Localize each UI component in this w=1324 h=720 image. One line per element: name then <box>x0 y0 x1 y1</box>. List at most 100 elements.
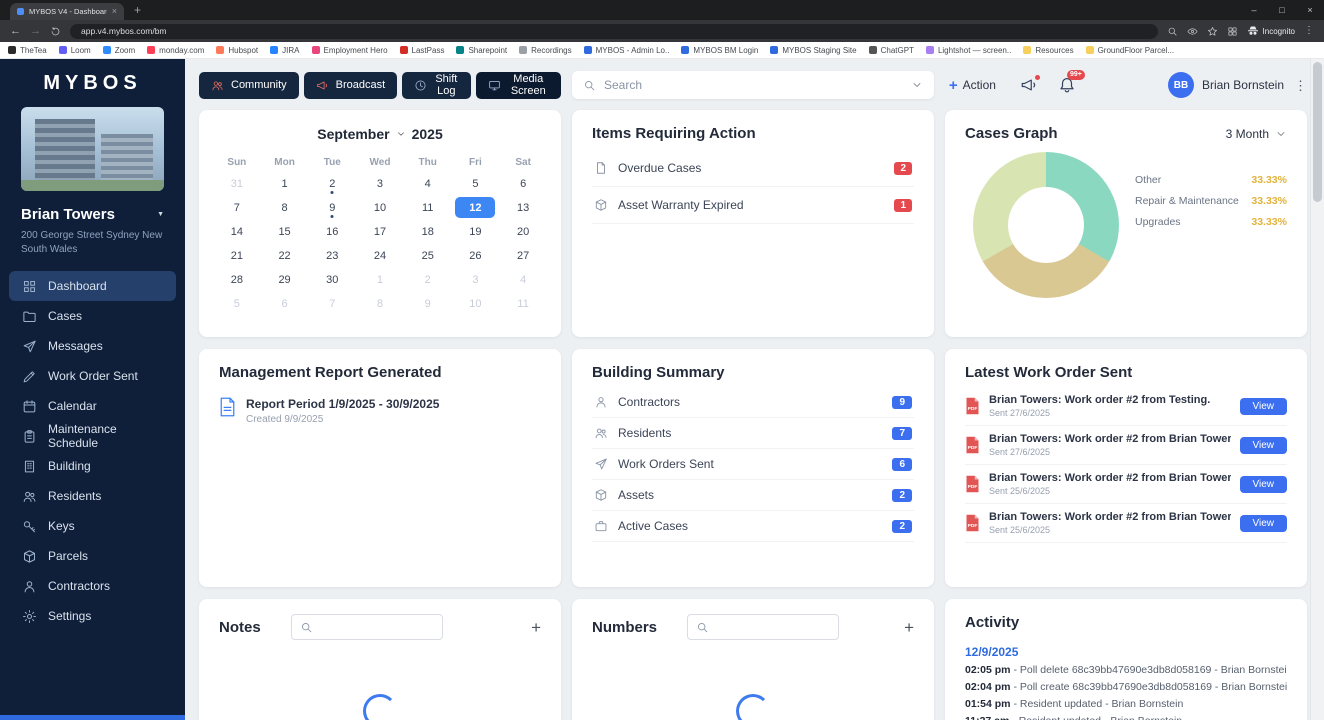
bookmark-item[interactable]: JIRA <box>270 46 300 55</box>
eye-icon[interactable] <box>1187 26 1198 37</box>
window-close-button[interactable]: × <box>1296 0 1324 20</box>
calendar-day[interactable]: 1 <box>360 269 400 290</box>
list-item-asset-warranty[interactable]: Asset Warranty Expired 1 <box>592 187 914 224</box>
sidebar-item-building[interactable]: Building <box>9 451 176 481</box>
add-number-button[interactable]: + <box>904 619 914 636</box>
bookmark-item[interactable]: Sharepoint <box>456 46 507 55</box>
calendar-day[interactable]: 20 <box>503 221 543 242</box>
global-search[interactable] <box>572 71 934 99</box>
notes-search[interactable] <box>290 614 443 640</box>
calendar-day[interactable]: 8 <box>360 293 400 314</box>
calendar-day[interactable]: 7 <box>217 197 257 218</box>
calendar-day[interactable]: 8 <box>265 197 305 218</box>
sidebar-item-settings[interactable]: Settings <box>9 601 176 631</box>
broadcast-button[interactable]: Broadcast <box>303 71 398 99</box>
bookmark-star-icon[interactable] <box>1207 26 1218 37</box>
page-scrollbar[interactable] <box>1310 59 1324 720</box>
announcement-megaphone-icon[interactable] <box>1020 75 1040 94</box>
summary-row-residents[interactable]: Residents 7 <box>592 418 914 449</box>
shift-log-button[interactable]: Shift Log <box>402 71 471 99</box>
calendar-day[interactable]: 9 <box>312 197 352 218</box>
calendar-day[interactable]: 11 <box>503 293 543 314</box>
bookmark-item[interactable]: Resources <box>1023 46 1074 55</box>
bookmark-item[interactable]: MYBOS Staging Site <box>770 46 857 55</box>
global-search-input[interactable] <box>604 78 903 92</box>
bookmark-item[interactable]: Loom <box>58 46 91 55</box>
building-dropdown-icon[interactable]: ▼ <box>157 211 164 218</box>
calendar-day[interactable]: 16 <box>312 221 352 242</box>
calendar-day[interactable]: 3 <box>360 173 400 194</box>
calendar-day[interactable]: 14 <box>217 221 257 242</box>
summary-row-work-orders[interactable]: Work Orders Sent 6 <box>592 449 914 480</box>
scrollbar-thumb[interactable] <box>1313 62 1322 202</box>
building-selector[interactable]: Brian Towers ▼ <box>21 206 164 223</box>
sidebar-item-calendar[interactable]: Calendar <box>9 391 176 421</box>
notes-search-input[interactable] <box>318 621 434 633</box>
view-button[interactable]: View <box>1239 436 1287 454</box>
list-item-overdue-cases[interactable]: Overdue Cases 2 <box>592 150 914 187</box>
sidebar-item-work-order-sent[interactable]: Work Order Sent <box>9 361 176 391</box>
bookmark-item[interactable]: monday.com <box>147 46 204 55</box>
browser-menu-icon[interactable]: ⋮ <box>1304 26 1314 36</box>
report-row[interactable]: Report Period 1/9/2025 - 30/9/2025 Creat… <box>219 397 541 425</box>
calendar-day[interactable]: 4 <box>503 269 543 290</box>
calendar-day[interactable]: 9 <box>408 293 448 314</box>
calendar-day[interactable]: 1 <box>265 173 305 194</box>
bookmark-item[interactable]: ChatGPT <box>868 46 914 55</box>
bookmark-item[interactable]: Employment Hero <box>311 46 388 55</box>
summary-row-assets[interactable]: Assets 2 <box>592 480 914 511</box>
calendar-day[interactable]: 4 <box>408 173 448 194</box>
numbers-search[interactable] <box>687 614 840 640</box>
calendar-day[interactable]: 5 <box>455 173 495 194</box>
numbers-search-input[interactable] <box>715 621 831 633</box>
calendar-day[interactable]: 2 <box>408 269 448 290</box>
summary-row-contractors[interactable]: Contractors 9 <box>592 387 914 418</box>
calendar-day[interactable]: 24 <box>360 245 400 266</box>
calendar-day[interactable]: 29 <box>265 269 305 290</box>
view-button[interactable]: View <box>1239 514 1287 532</box>
calendar-day[interactable]: 28 <box>217 269 257 290</box>
community-button[interactable]: Community <box>199 71 299 99</box>
calendar-month[interactable]: September <box>317 126 389 142</box>
forward-icon[interactable]: → <box>30 25 41 37</box>
view-button[interactable]: View <box>1239 397 1287 415</box>
media-screen-button[interactable]: Media Screen <box>475 71 561 99</box>
sidebar-item-contractors[interactable]: Contractors <box>9 571 176 601</box>
month-chevron-down-icon[interactable] <box>396 129 406 139</box>
calendar-day[interactable]: 21 <box>217 245 257 266</box>
user-avatar[interactable]: BB <box>1167 72 1194 98</box>
sidebar-item-messages[interactable]: Messages <box>9 331 176 361</box>
calendar-year[interactable]: 2025 <box>412 126 443 142</box>
calendar-day[interactable]: 7 <box>312 293 352 314</box>
calendar-day[interactable]: 23 <box>312 245 352 266</box>
window-maximize-button[interactable]: □ <box>1268 0 1296 20</box>
notifications-bell-icon[interactable]: 99+ <box>1058 70 1085 94</box>
new-tab-button[interactable]: + <box>134 4 141 16</box>
calendar-day[interactable]: 25 <box>408 245 448 266</box>
calendar-day[interactable]: 26 <box>455 245 495 266</box>
calendar-day[interactable]: 5 <box>217 293 257 314</box>
view-button[interactable]: View <box>1239 475 1287 493</box>
bookmark-item[interactable]: Zoom <box>102 46 135 55</box>
tab-close-icon[interactable]: × <box>112 7 117 16</box>
bookmark-item[interactable]: MYBOS BM Login <box>681 46 758 55</box>
zoom-search-icon[interactable] <box>1167 26 1178 37</box>
calendar-day[interactable]: 27 <box>503 245 543 266</box>
calendar-day[interactable]: 15 <box>265 221 305 242</box>
sidebar-item-parcels[interactable]: Parcels <box>9 541 176 571</box>
add-note-button[interactable]: + <box>531 619 541 636</box>
calendar-day[interactable]: 19 <box>455 221 495 242</box>
bookmark-item[interactable]: Recordings <box>519 46 572 55</box>
browser-tab[interactable]: MYBOS V4 - Dashboard × <box>10 3 124 20</box>
calendar-day[interactable]: 6 <box>503 173 543 194</box>
user-menu-icon[interactable]: ⋮ <box>1294 79 1307 92</box>
bookmark-item[interactable]: GroundFloor Parcel... <box>1085 46 1174 55</box>
calendar-day[interactable]: 13 <box>503 197 543 218</box>
calendar-day[interactable]: 30 <box>312 269 352 290</box>
window-minimize-button[interactable]: – <box>1240 0 1268 20</box>
bookmark-item[interactable]: TheTea <box>8 46 47 55</box>
bookmark-item[interactable]: MYBOS - Admin Lo.. <box>583 46 669 55</box>
calendar-day[interactable]: 18 <box>408 221 448 242</box>
calendar-day[interactable]: 10 <box>360 197 400 218</box>
sidebar-item-maintenance-schedule[interactable]: Maintenance Schedule <box>9 421 176 451</box>
